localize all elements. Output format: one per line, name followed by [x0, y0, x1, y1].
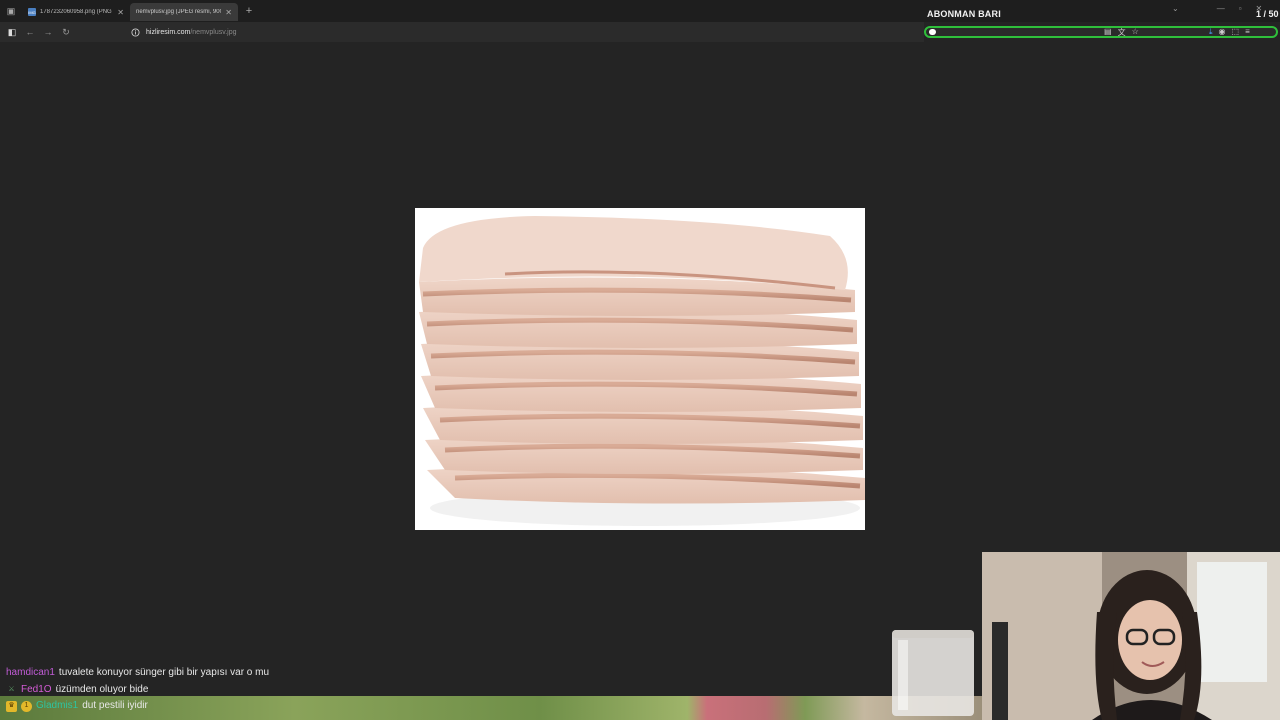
forward-icon[interactable]: → — [39, 23, 57, 41]
chat-text: üzümden oluyor bide — [55, 683, 149, 695]
new-tab-button[interactable]: + — [240, 2, 258, 20]
extensions-icon[interactable]: ⬚ — [1232, 27, 1240, 37]
translate-icon[interactable]: 文 — [1118, 27, 1126, 38]
chat-message: hamdican1 tuvalete konuyor sünger gibi b… — [6, 665, 269, 682]
chevron-down-icon[interactable]: ⌄ — [1172, 4, 1179, 13]
image-favicon-icon: IMG — [28, 8, 36, 16]
sword-icon: ⚔ — [8, 685, 15, 693]
chat-text: dut pestili iyidir — [82, 700, 148, 711]
url-host: hizliresim.com — [146, 28, 191, 36]
url-path: /nemvplusv.jpg — [190, 28, 237, 36]
tab-jpeg-image[interactable]: nemvplusv.jpg (JPEG resmi, 900 × 6... ✕ — [130, 3, 238, 21]
subscription-count: 1 / 50 — [1256, 9, 1279, 19]
subscription-bar-title: ABONMAN BARI — [927, 9, 1001, 19]
close-icon[interactable]: ✕ — [225, 8, 232, 17]
download-icon[interactable]: ⤓ — [1209, 27, 1213, 37]
chat-username: Gladmis1 — [36, 700, 79, 711]
subscription-progress-fill — [929, 29, 936, 35]
folded-pastry-sheets-illustration — [415, 208, 865, 530]
site-info-icon[interactable] — [131, 27, 140, 37]
tab-list-icon[interactable]: ▣ — [0, 0, 22, 22]
chat-message: ♛ 1 Gladmis1 dut pestili iyidir — [6, 698, 269, 715]
account-icon[interactable]: ◉ — [1219, 27, 1226, 37]
close-icon[interactable]: ✕ — [117, 8, 124, 17]
chat-username: hamdican1 — [6, 667, 55, 678]
stream-chat: hamdican1 tuvalete konuyor sünger gibi b… — [6, 665, 269, 715]
tab-title: nemvplusv.jpg (JPEG resmi, 900 × 6... — [136, 9, 222, 15]
crown-icon: ♛ — [6, 700, 17, 712]
restore-icon[interactable]: ▫ — [1239, 4, 1242, 13]
toolbar-icons: ▤ 文 ☆ — [1104, 27, 1139, 38]
tab-png-image[interactable]: IMG 1787232060958.png (PNG resmi, ... ✕ — [22, 3, 130, 21]
tab-bar: ▣ IMG 1787232060958.png (PNG resmi, ... … — [0, 0, 1280, 22]
coin-icon: 1 — [21, 700, 32, 712]
window-controls: ⌄ — ▫ ✕ — [1172, 4, 1262, 13]
navigation-bar: ◧ ← → ↻ hizliresim.com/nemvplusv.jpg — [0, 22, 924, 42]
bookmark-star-icon[interactable]: ☆ — [1132, 27, 1139, 38]
streamer-webcam-illustration — [982, 552, 1280, 720]
sidebar-toggle-icon[interactable]: ◧ — [3, 23, 21, 41]
chat-username: Fed1O — [21, 683, 52, 695]
minimize-icon[interactable]: — — [1217, 4, 1225, 13]
viewed-image[interactable] — [415, 208, 865, 530]
chat-message: ⚔ Fed1O üzümden oluyor bide — [6, 682, 269, 699]
chat-text: tuvalete konuyor sünger gibi bir yapısı … — [58, 667, 270, 678]
back-icon[interactable]: ← — [21, 23, 39, 41]
menu-icon[interactable]: ≡ — [1245, 27, 1250, 37]
glass-cup-illustration — [892, 630, 974, 716]
screen: ▣ IMG 1787232060958.png (PNG resmi, ... … — [0, 0, 1280, 720]
reload-icon[interactable]: ↻ — [57, 23, 75, 41]
webcam-feed — [982, 552, 1280, 720]
address-bar[interactable]: hizliresim.com/nemvplusv.jpg — [131, 24, 237, 40]
reader-view-icon[interactable]: ▤ — [1104, 27, 1112, 38]
tab-title: 1787232060958.png (PNG resmi, ... — [40, 9, 113, 15]
toolbar-icons-right: ⤓ ◉ ⬚ ≡ — [1209, 27, 1250, 37]
